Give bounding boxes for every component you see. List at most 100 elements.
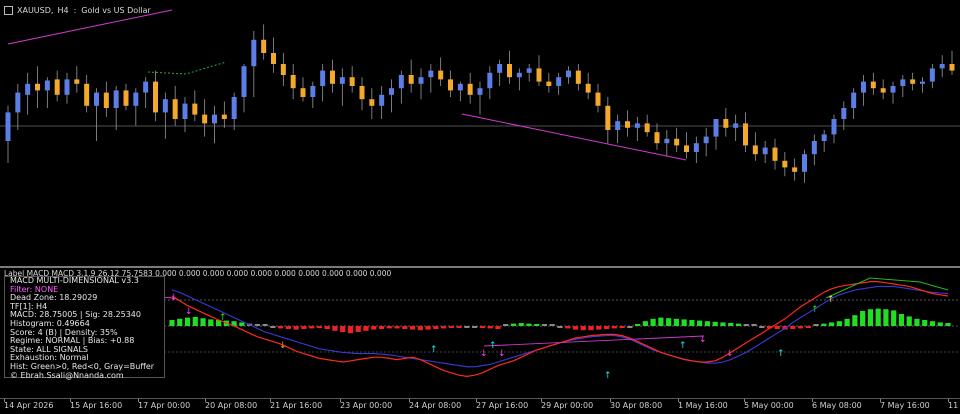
candle-bullish[interactable]	[939, 64, 945, 69]
candle-bearish[interactable]	[54, 79, 60, 95]
candle-bearish[interactable]	[221, 114, 227, 119]
candle-bullish[interactable]	[94, 92, 99, 106]
candle-bullish[interactable]	[890, 86, 896, 93]
candle-bearish[interactable]	[644, 123, 650, 133]
candle-bearish[interactable]	[172, 99, 178, 119]
candle-bullish[interactable]	[339, 77, 345, 84]
candle-bullish[interactable]	[428, 70, 434, 78]
candle-bearish[interactable]	[585, 83, 591, 93]
candle-bullish[interactable]	[693, 143, 699, 152]
candle-bullish[interactable]	[113, 90, 119, 108]
candle-bullish[interactable]	[143, 81, 149, 93]
candle-bearish[interactable]	[910, 79, 916, 84]
candle-bullish[interactable]	[861, 81, 866, 93]
candle-bearish[interactable]	[625, 121, 630, 128]
candle-bullish[interactable]	[389, 88, 394, 95]
candle-bullish[interactable]	[900, 79, 906, 86]
candle-bullish[interactable]	[841, 108, 847, 119]
candle-bullish[interactable]	[516, 72, 522, 78]
candle-bearish[interactable]	[359, 86, 365, 100]
candle-bearish[interactable]	[536, 68, 542, 82]
candle-bearish[interactable]	[595, 92, 601, 106]
candle-bullish[interactable]	[811, 141, 817, 155]
candle-bearish[interactable]	[467, 83, 473, 95]
candle-bullish[interactable]	[929, 68, 935, 82]
candle-bullish[interactable]	[566, 70, 571, 78]
candle-bearish[interactable]	[349, 77, 355, 86]
candle-bullish[interactable]	[831, 119, 837, 135]
candle-bearish[interactable]	[448, 79, 453, 91]
candle-bearish[interactable]	[782, 160, 788, 168]
candle-bullish[interactable]	[802, 154, 807, 172]
candle-bearish[interactable]	[35, 83, 40, 91]
candle-bullish[interactable]	[379, 94, 385, 106]
candle-bearish[interactable]	[153, 81, 158, 113]
candle-bullish[interactable]	[15, 92, 21, 113]
candle-bullish[interactable]	[556, 77, 562, 86]
candle-bearish[interactable]	[723, 119, 729, 128]
candle-bearish[interactable]	[438, 70, 444, 80]
candle-bullish[interactable]	[821, 134, 827, 141]
candle-bullish[interactable]	[457, 83, 463, 91]
price-chart[interactable]	[0, 0, 960, 266]
candle-bullish[interactable]	[64, 79, 70, 95]
candle-bearish[interactable]	[123, 90, 129, 106]
candle-bullish[interactable]	[320, 70, 326, 86]
candle-bullish[interactable]	[44, 80, 50, 91]
candle-bearish[interactable]	[870, 81, 876, 89]
candle-bullish[interactable]	[241, 66, 247, 97]
candle-bearish[interactable]	[743, 123, 748, 146]
candle-bullish[interactable]	[477, 88, 483, 95]
candle-bullish[interactable]	[212, 114, 217, 124]
candle-bullish[interactable]	[162, 99, 168, 113]
candle-bearish[interactable]	[103, 92, 109, 108]
candle-bearish[interactable]	[300, 88, 306, 97]
candle-bearish[interactable]	[369, 99, 375, 106]
candle-bearish[interactable]	[546, 81, 552, 86]
candle-bearish[interactable]	[408, 75, 414, 84]
time-axis[interactable]: 14 Apr 2026 15 Apr 16:00 17 Apr 00:00 20 Ap…	[0, 398, 960, 414]
candle-bearish[interactable]	[84, 83, 90, 106]
candle-bearish[interactable]	[202, 114, 208, 124]
candle-bullish[interactable]	[310, 86, 316, 97]
candle-bullish[interactable]	[5, 112, 11, 141]
candle-bullish[interactable]	[703, 136, 709, 144]
candle-bullish[interactable]	[487, 72, 493, 89]
candle-bullish[interactable]	[634, 123, 640, 128]
candle-bearish[interactable]	[575, 70, 581, 84]
candle-bullish[interactable]	[664, 138, 670, 144]
candle-bearish[interactable]	[507, 64, 512, 78]
candle-bullish[interactable]	[713, 119, 719, 137]
candle-bullish[interactable]	[851, 92, 857, 108]
candle-bearish[interactable]	[880, 88, 886, 93]
candle-bullish[interactable]	[497, 64, 503, 73]
candle-bearish[interactable]	[605, 105, 611, 130]
candle-bearish[interactable]	[330, 70, 335, 84]
candle-bullish[interactable]	[615, 121, 621, 130]
candle-bullish[interactable]	[733, 123, 739, 128]
candle-bearish[interactable]	[290, 75, 296, 89]
candle-bullish[interactable]	[231, 97, 237, 119]
candle-bearish[interactable]	[949, 64, 955, 71]
candle-bullish[interactable]	[25, 83, 31, 95]
histogram-bar	[526, 323, 532, 326]
candle-bearish[interactable]	[772, 147, 778, 161]
candle-bullish[interactable]	[133, 92, 139, 106]
candle-bearish[interactable]	[74, 79, 80, 84]
candle-bearish[interactable]	[674, 138, 680, 146]
candle-bullish[interactable]	[251, 39, 257, 67]
candle-bearish[interactable]	[654, 132, 660, 144]
candle-bullish[interactable]	[182, 103, 188, 119]
candle-bullish[interactable]	[398, 75, 404, 89]
candle-bearish[interactable]	[792, 167, 798, 172]
candle-bearish[interactable]	[752, 145, 758, 155]
candle-bullish[interactable]	[762, 147, 768, 155]
candle-bearish[interactable]	[684, 145, 689, 152]
candle-bearish[interactable]	[280, 64, 286, 75]
candle-bearish[interactable]	[271, 53, 276, 64]
candle-bearish[interactable]	[192, 103, 198, 115]
candle-bullish[interactable]	[920, 81, 925, 84]
candle-bullish[interactable]	[418, 77, 424, 84]
candle-bearish[interactable]	[261, 39, 267, 53]
candle-bullish[interactable]	[526, 68, 532, 73]
